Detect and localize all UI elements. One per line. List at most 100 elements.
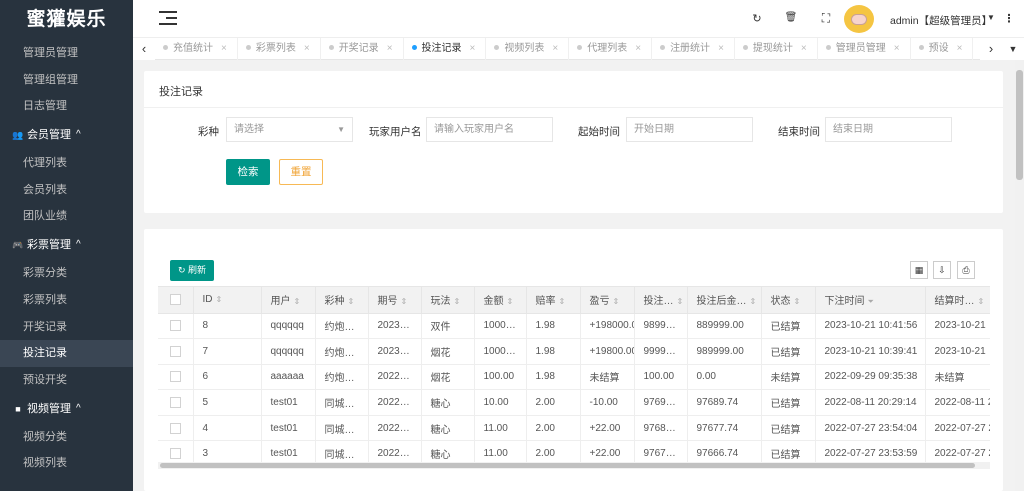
horizontal-scroll-thumb[interactable] <box>160 463 975 468</box>
vertical-scrollbar[interactable] <box>1015 60 1024 491</box>
close-icon[interactable]: × <box>304 43 310 54</box>
print-icon[interactable]: ⎙ <box>957 261 975 279</box>
sidebar-item[interactable]: 视频分类 <box>0 424 133 451</box>
row-checkbox[interactable] <box>169 320 181 332</box>
sort-icon[interactable]: ⇕ <box>613 297 620 306</box>
table-row[interactable]: 3 test01 同城… 2022… 糖心 11.00 2.00 +22.00 9767… 976… <box>158 440 990 462</box>
column-header[interactable]: 盈亏 ⇕ <box>580 287 635 314</box>
sort-icon[interactable]: ⇕ <box>750 297 757 306</box>
refresh-button[interactable]: ↻ 刷新 <box>170 260 214 281</box>
export-icon[interactable]: ⇩ <box>933 261 951 279</box>
tab-scroll-right-icon[interactable]: › <box>980 38 1002 60</box>
table-row[interactable]: 6 aaaaaa 约炮… 2022… 烟花 100.00 1.98 未结算 100.00 0.00… <box>158 364 990 391</box>
row-checkbox[interactable] <box>169 397 181 408</box>
tab[interactable]: 代理列表 × <box>569 38 653 60</box>
column-header[interactable]: 赔率 ⇕ <box>526 287 581 314</box>
sort-icon[interactable]: ⇕ <box>294 297 301 306</box>
sidebar-item[interactable]: 日志管理 <box>0 93 133 120</box>
row-checkbox[interactable] <box>169 448 181 460</box>
tab[interactable]: 注册统计 × <box>652 38 735 60</box>
more-icon[interactable]: ⋮ <box>1002 12 1016 25</box>
sidebar-item[interactable]: 会员列表 <box>0 177 133 204</box>
column-header[interactable]: 金额 ⇕ <box>474 287 527 314</box>
column-header[interactable]: 下注时间 ⏷ <box>815 287 926 314</box>
column-header[interactable]: ID ⇕ <box>193 287 262 314</box>
sort-icon[interactable]: ⇕ <box>348 297 355 306</box>
column-header[interactable]: 彩种 ⇕ <box>315 287 369 314</box>
sort-icon[interactable]: ⇕ <box>454 297 461 306</box>
close-icon[interactable]: × <box>894 43 900 54</box>
tab[interactable]: 彩票列表 × <box>238 38 321 60</box>
row-checkbox[interactable] <box>169 345 181 357</box>
sidebar-item[interactable]: 团队业绩 <box>0 203 133 230</box>
tab[interactable]: 视频列表 × <box>486 38 570 60</box>
tab[interactable]: 提现统计 × <box>735 38 818 60</box>
table-row[interactable]: 8 qqqqqq 约炮… 2023… 双件 1000… 1.98 +198000.0 9899…… <box>158 313 990 340</box>
sidebar-item[interactable]: 彩票分类 <box>0 260 133 287</box>
tab[interactable]: 投注记录 × <box>404 38 487 60</box>
tab-menu-icon[interactable]: ▼ <box>1002 38 1024 60</box>
close-icon[interactable]: × <box>718 43 724 54</box>
column-header[interactable]: 投注后金… ⇕ <box>687 287 762 314</box>
dropdown-icon[interactable]: ▼ <box>984 13 998 22</box>
sidebar-item[interactable]: 开奖记录 <box>0 314 133 341</box>
close-icon[interactable]: × <box>635 43 641 54</box>
column-header[interactable]: 期号 ⇕ <box>368 287 422 314</box>
start-date-input[interactable]: 开始日期 <box>626 117 753 142</box>
column-header[interactable]: 状态 ⇕ <box>761 287 816 314</box>
sidebar-group[interactable]: ■ 视频管理 ^ <box>0 394 133 424</box>
columns-filter-icon[interactable]: ▦ <box>910 261 928 279</box>
close-icon[interactable]: × <box>801 43 807 54</box>
row-checkbox[interactable] <box>169 371 181 383</box>
sidebar-item[interactable]: 管理员管理 <box>0 40 133 67</box>
trash-icon[interactable]: 🗑 <box>784 12 798 23</box>
reset-button[interactable]: 重置 <box>279 159 323 185</box>
column-header[interactable]: 投注… ⇕ <box>634 287 688 314</box>
close-icon[interactable]: × <box>387 43 393 54</box>
tab[interactable]: 预设 × <box>911 38 974 60</box>
tab[interactable]: 管理员管理 × <box>818 38 911 60</box>
table-row[interactable]: 5 test01 同城… 2022… 糖心 10.00 2.00 -10.00 9769… 976… <box>158 389 990 416</box>
admin-user-name[interactable]: admin【超级管理员】 <box>890 13 992 28</box>
sidebar-group[interactable]: 👥 会员管理 ^ <box>0 120 133 150</box>
close-icon[interactable]: × <box>470 43 476 54</box>
sidebar-item[interactable]: 投注记录 <box>0 340 133 367</box>
menu-toggle-icon[interactable] <box>159 11 177 27</box>
refresh-icon[interactable]: ↻ <box>750 12 764 25</box>
column-header[interactable]: 结算时… ⇕ <box>925 287 990 314</box>
sort-icon[interactable]: ⏷ <box>868 297 874 306</box>
sidebar-item[interactable]: 代理列表 <box>0 150 133 177</box>
player-input[interactable]: 请输入玩家用户名 <box>426 117 553 142</box>
tab-scroll-left-icon[interactable]: ‹ <box>133 38 155 60</box>
vertical-scroll-thumb[interactable] <box>1016 70 1023 180</box>
sidebar-item[interactable]: 预设开奖 <box>0 367 133 394</box>
sidebar-item[interactable]: 管理组管理 <box>0 67 133 94</box>
sidebar-group[interactable]: 🎮 彩票管理 ^ <box>0 230 133 260</box>
table-row[interactable]: 4 test01 同城… 2022… 糖心 11.00 2.00 +22.00 9768… 976… <box>158 415 990 442</box>
column-header[interactable]: 玩法 ⇕ <box>421 287 475 314</box>
sort-icon[interactable]: ⇕ <box>559 297 566 306</box>
search-button[interactable]: 检索 <box>226 159 270 185</box>
fullscreen-icon[interactable]: ⛶ <box>819 11 833 26</box>
close-icon[interactable]: × <box>957 43 963 54</box>
sort-icon[interactable]: ⇕ <box>507 297 514 306</box>
sort-icon[interactable]: ⇕ <box>794 297 801 306</box>
sort-icon[interactable]: ⇕ <box>216 295 223 304</box>
sidebar-item[interactable]: 彩票列表 <box>0 287 133 314</box>
table-row[interactable]: 7 qqqqqq 约炮… 2023… 烟花 1000… 1.98 +19800.00 9999…… <box>158 338 990 365</box>
tab[interactable]: 开奖记录 × <box>321 38 404 60</box>
lottery-select[interactable]: 请选择 ▼ <box>226 117 353 142</box>
sort-icon[interactable]: ⇕ <box>978 297 985 306</box>
end-date-input[interactable]: 结束日期 <box>825 117 952 142</box>
sidebar-item[interactable]: 视频列表 <box>0 450 133 477</box>
sort-icon[interactable]: ⇕ <box>401 297 408 306</box>
avatar[interactable] <box>844 5 874 33</box>
select-all-checkbox[interactable] <box>169 294 181 306</box>
horizontal-scrollbar[interactable] <box>158 462 990 469</box>
close-icon[interactable]: × <box>552 43 558 54</box>
sort-icon[interactable]: ⇕ <box>677 297 684 306</box>
tab[interactable]: 充值统计 × <box>155 38 238 60</box>
row-checkbox[interactable] <box>169 422 181 434</box>
column-header[interactable]: 用户 ⇕ <box>261 287 316 314</box>
close-icon[interactable]: × <box>221 43 227 54</box>
